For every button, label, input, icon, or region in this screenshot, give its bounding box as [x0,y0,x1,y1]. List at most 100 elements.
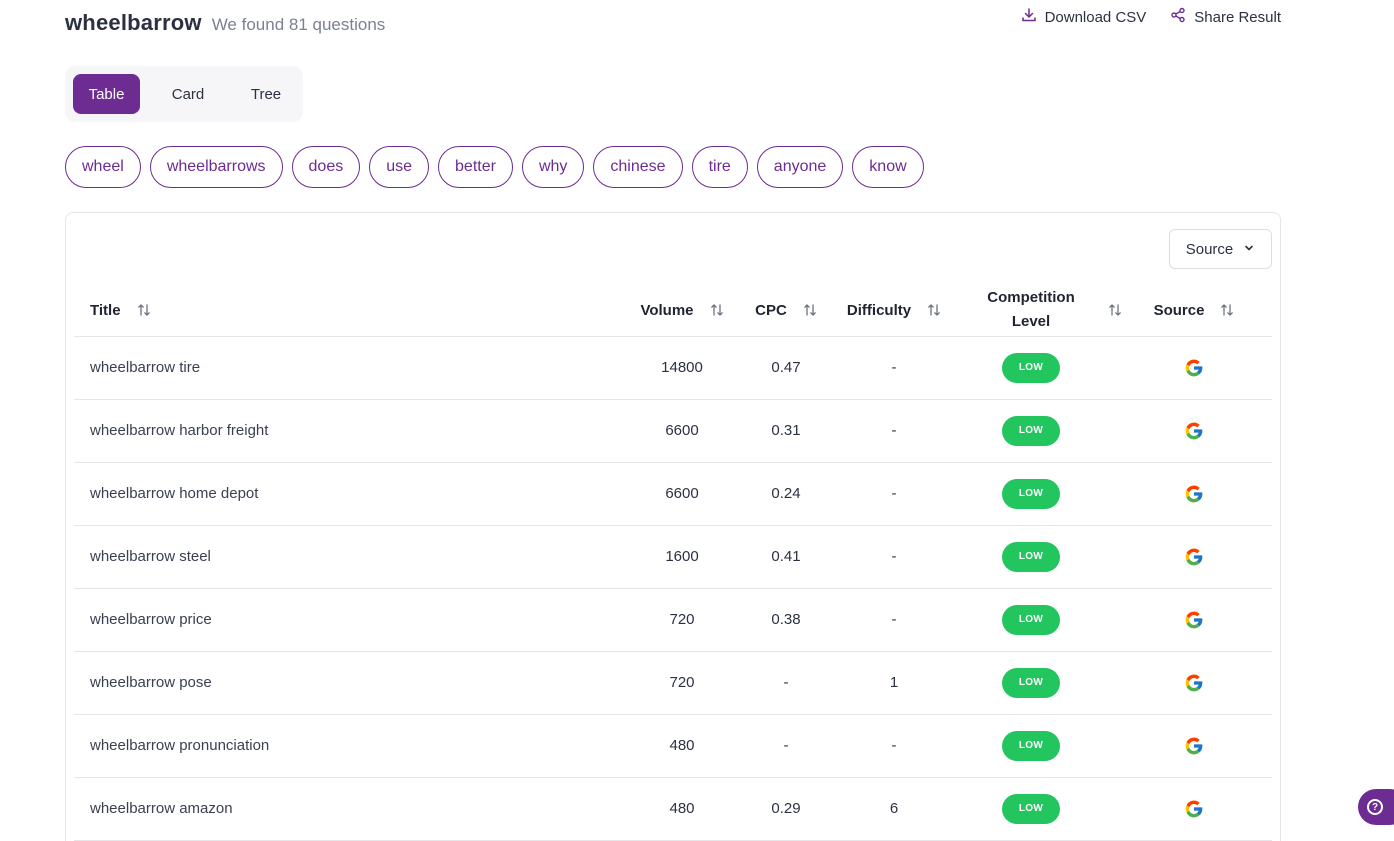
chip-wheel[interactable]: wheel [65,146,141,188]
tab-card[interactable]: Card [140,74,236,114]
chip-why[interactable]: why [521,146,585,188]
download-icon [1021,7,1037,27]
share-icon [1170,7,1186,27]
table-row[interactable]: wheelbarrow amazon 480 0.29 6 LOW [74,777,1272,841]
help-icon: ? [1367,799,1383,815]
table-row[interactable]: wheelbarrow harbor freight 6600 0.31 - L… [74,399,1272,463]
row-difficulty: - [842,588,946,652]
query-title: wheelbarrow [65,10,202,35]
row-source [1116,525,1272,589]
table-row[interactable]: wheelbarrow tire 14800 0.47 - LOW [74,336,1272,400]
google-icon [1184,799,1204,819]
row-competition: LOW [946,399,1116,463]
row-competition: LOW [946,462,1116,526]
google-icon [1184,610,1204,630]
google-icon [1184,547,1204,567]
source-dropdown-label: Source [1185,240,1234,258]
chip-know[interactable]: know [852,146,924,188]
row-title[interactable]: wheelbarrow tire [74,336,634,400]
row-title[interactable]: wheelbarrow price [74,588,634,652]
results-count: We found 81 questions [211,15,386,34]
row-difficulty: 1 [842,651,946,715]
keyword-filter-chips: wheel wheelbarrows does use better why c… [65,146,924,188]
row-volume: 1600 [634,525,730,589]
row-competition: LOW [946,651,1116,715]
header-title: Title [74,285,634,337]
row-title[interactable]: wheelbarrow amazon [74,777,634,841]
sort-icon[interactable] [1108,303,1122,317]
tab-table[interactable]: Table [73,74,140,114]
row-competition: LOW [946,777,1116,841]
download-csv-label: Download CSV [1044,8,1147,26]
help-widget-button[interactable]: ? [1358,789,1394,825]
sort-icon[interactable] [927,303,941,317]
row-volume: 480 [634,777,730,841]
chip-tire[interactable]: tire [691,146,748,188]
competition-badge: LOW [1002,730,1060,761]
row-competition: LOW [946,714,1116,778]
row-volume: 720 [634,588,730,652]
competition-badge: LOW [1002,478,1060,509]
row-cpc: 0.41 [730,525,842,589]
competition-badge: LOW [1002,352,1060,383]
sort-icon[interactable] [803,303,817,317]
row-title[interactable]: wheelbarrow steel [74,525,634,589]
row-title[interactable]: wheelbarrow pronunciation [74,714,634,778]
results-panel: Source Title Volume CPC Difficulty Compe… [65,212,1281,841]
google-icon [1184,421,1204,441]
row-volume: 6600 [634,462,730,526]
table-row[interactable]: wheelbarrow pose 720 - 1 LOW [74,651,1272,715]
chip-does[interactable]: does [291,146,361,188]
table-row[interactable]: wheelbarrow price 720 0.38 - LOW [74,588,1272,652]
row-source [1116,777,1272,841]
table-row[interactable]: wheelbarrow steel 1600 0.41 - LOW [74,525,1272,589]
row-source [1116,714,1272,778]
row-cpc: 0.24 [730,462,842,526]
row-title[interactable]: wheelbarrow pose [74,651,634,715]
competition-badge: LOW [1002,667,1060,698]
row-cpc: 0.31 [730,399,842,463]
sort-icon[interactable] [137,303,151,317]
chip-chinese[interactable]: chinese [593,146,683,188]
row-cpc: 0.47 [730,336,842,400]
table-row[interactable]: wheelbarrow pronunciation 480 - - LOW [74,714,1272,778]
sort-icon[interactable] [1220,303,1234,317]
download-csv-button[interactable]: Download CSV [1021,7,1147,27]
row-competition: LOW [946,525,1116,589]
row-volume: 14800 [634,336,730,400]
row-difficulty: 6 [842,777,946,841]
table-row[interactable]: wheelbarrow home depot 6600 0.24 - LOW [74,462,1272,526]
row-difficulty: - [842,525,946,589]
row-difficulty: - [842,399,946,463]
google-icon [1184,484,1204,504]
chip-use[interactable]: use [369,146,430,188]
results-table: Title Volume CPC Difficulty Competition … [74,285,1272,841]
row-title[interactable]: wheelbarrow harbor freight [74,399,634,463]
tab-tree[interactable]: Tree [236,74,296,114]
share-result-label: Share Result [1194,8,1281,26]
chip-anyone[interactable]: anyone [756,146,844,188]
view-switcher: Table Card Tree [65,66,303,122]
row-cpc: - [730,714,842,778]
row-title[interactable]: wheelbarrow home depot [74,462,634,526]
sort-icon[interactable] [710,303,724,317]
header-difficulty: Difficulty [842,285,946,337]
row-difficulty: - [842,336,946,400]
chip-better[interactable]: better [438,146,513,188]
chip-wheelbarrows[interactable]: wheelbarrows [149,146,283,188]
competition-badge: LOW [1002,415,1060,446]
results-table-body: wheelbarrow tire 14800 0.47 - LOW wheelb… [74,336,1272,841]
source-dropdown[interactable]: Source [1169,229,1272,269]
row-source [1116,399,1272,463]
share-result-button[interactable]: Share Result [1170,7,1281,27]
google-icon [1184,736,1204,756]
header-competition-level: Competition Level [946,285,1121,337]
page-header: wheelbarrow We found 81 questions [65,10,385,36]
competition-badge: LOW [1002,793,1060,824]
chevron-down-icon [1243,241,1255,258]
row-competition: LOW [946,336,1116,400]
row-source [1116,336,1272,400]
table-header-row: Title Volume CPC Difficulty Competition … [74,285,1272,337]
competition-badge: LOW [1002,541,1060,572]
header-source: Source [1116,285,1272,337]
